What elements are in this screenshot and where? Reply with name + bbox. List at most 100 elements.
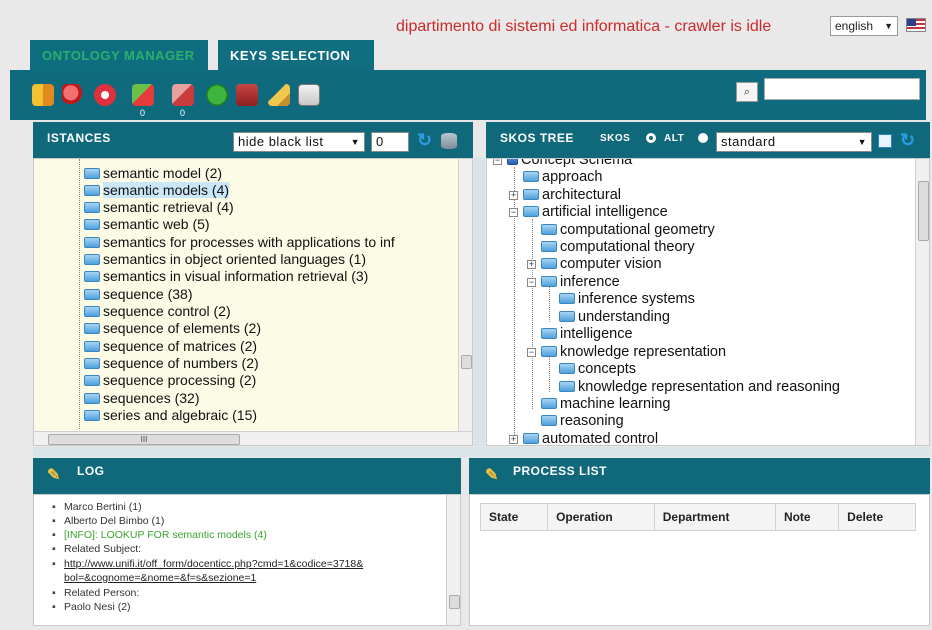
log-link[interactable]: http://www.unifi.it/off_form/docenticc.p… <box>52 558 363 570</box>
folder-icon <box>541 328 557 339</box>
column-header[interactable]: State <box>479 503 549 531</box>
log-link-continued[interactable]: bol=&cognome=&nome=&f=s&sezione=1 <box>64 572 256 584</box>
scrollbar-thumb[interactable] <box>461 355 472 369</box>
list-item-label: sequence control (2) <box>103 303 231 319</box>
tab-keys-selection[interactable]: KEYS SELECTION <box>218 40 374 70</box>
vertical-splitter[interactable] <box>474 158 485 446</box>
tree-node[interactable]: computer vision <box>541 256 662 273</box>
remove-people-icon[interactable]: 0 <box>172 84 194 118</box>
list-item[interactable]: semantics in visual information retrieva… <box>84 268 368 285</box>
tree-node[interactable]: concepts <box>559 361 636 378</box>
search-input[interactable] <box>764 78 920 100</box>
vertical-scrollbar[interactable] <box>458 159 472 431</box>
tree-node-label: Concept Schema <box>521 158 633 168</box>
expand-icon[interactable]: + <box>509 435 518 444</box>
tree-node[interactable]: reasoning <box>541 413 624 430</box>
scheme-select[interactable]: standard ▼ <box>716 132 872 152</box>
tree-node[interactable]: approach <box>523 169 602 186</box>
list-item-label: semantic model (2) <box>103 165 223 181</box>
folder-icon <box>523 189 539 200</box>
horizontal-scrollbar[interactable]: III <box>34 431 472 445</box>
skos-radio[interactable] <box>646 133 656 143</box>
refresh-icon[interactable]: ↻ <box>900 131 918 149</box>
column-header[interactable]: Delete <box>838 503 916 531</box>
list-item[interactable]: semantic model (2) <box>84 165 222 182</box>
list-item[interactable]: semantics in object oriented languages (… <box>84 251 366 268</box>
tree-node[interactable]: knowledge representation <box>541 344 726 361</box>
collapse-icon[interactable]: − <box>527 348 536 357</box>
database-icon[interactable] <box>441 133 457 149</box>
refresh-icon[interactable]: ↻ <box>417 131 435 149</box>
collapse-icon[interactable]: − <box>493 159 502 165</box>
broom-icon[interactable]: ✎ <box>485 467 503 485</box>
tree-node[interactable]: artificial intelligence <box>523 204 668 221</box>
list-item[interactable]: sequence of elements (2) <box>84 320 261 337</box>
vertical-scrollbar[interactable] <box>915 159 929 445</box>
tree-node[interactable]: Concept Schema <box>507 158 633 169</box>
expand-icon[interactable]: + <box>509 191 518 200</box>
process-title: PROCESS LIST <box>513 464 608 478</box>
tree-node[interactable]: computational theory <box>541 239 695 256</box>
list-item[interactable]: sequence of numbers (2) <box>84 355 259 372</box>
translate-icon[interactable] <box>298 84 320 106</box>
scrollbar-thumb[interactable] <box>918 181 929 241</box>
tree-node-label: artificial intelligence <box>542 204 668 220</box>
list-item[interactable]: sequence of matrices (2) <box>84 338 257 355</box>
alt-radio[interactable] <box>698 133 708 143</box>
tree-node[interactable]: knowledge representation and reasoning <box>559 379 840 396</box>
column-header[interactable]: Note <box>774 503 840 531</box>
count-input[interactable]: 0 <box>371 132 409 152</box>
list-item[interactable]: semantic web (5) <box>84 216 210 233</box>
tree-node[interactable]: computational geometry <box>541 222 715 239</box>
list-item[interactable]: sequence (38) <box>84 286 193 303</box>
expand-icon[interactable]: + <box>527 260 536 269</box>
list-item-label: sequence processing (2) <box>103 372 257 388</box>
recycle-icon[interactable] <box>206 84 228 106</box>
search-red-icon[interactable] <box>62 84 84 106</box>
scrollbar-thumb[interactable] <box>449 595 460 609</box>
list-item[interactable]: semantic retrieval (4) <box>84 199 234 216</box>
tree-node[interactable]: inference <box>541 274 620 291</box>
tree-node-label: inference <box>560 274 620 290</box>
blacklist-select[interactable]: hide black list ▼ <box>233 132 365 152</box>
process-table: State Operation Department Note Delete <box>479 503 916 531</box>
process-list: State Operation Department Note Delete <box>469 494 930 626</box>
list-item-label: sequences (32) <box>103 390 200 406</box>
sort-arrows-icon[interactable] <box>32 84 54 106</box>
list-item-label: semantic retrieval (4) <box>103 199 234 215</box>
horizontal-splitter[interactable] <box>33 447 930 457</box>
language-select[interactable]: english ▼ <box>830 16 898 36</box>
broom-icon[interactable]: ✎ <box>47 467 65 485</box>
list-item-selected[interactable]: semantic models (4) <box>84 182 230 199</box>
tree-node[interactable]: understanding <box>559 309 670 326</box>
list-item[interactable]: sequence control (2) <box>84 303 231 320</box>
list-item[interactable]: series and algebraic (15) <box>84 407 257 424</box>
toolbar: 0 0 ⌕ <box>10 70 926 120</box>
search-button[interactable]: ⌕ <box>736 82 758 102</box>
tab-ontology-manager[interactable]: ONTOLOGY MANAGER <box>30 40 208 70</box>
tree-node[interactable]: inference systems <box>559 291 695 308</box>
list-item[interactable]: sequences (32) <box>84 390 200 407</box>
folder-icon <box>84 393 100 404</box>
scrollbar-thumb[interactable]: III <box>48 434 240 445</box>
collapse-icon[interactable]: − <box>527 278 536 287</box>
tree-node[interactable]: machine learning <box>541 396 670 413</box>
tree-node[interactable]: intelligence <box>541 326 633 343</box>
list-item[interactable]: semantics for processes with application… <box>84 234 395 251</box>
column-header[interactable]: Department <box>653 503 776 531</box>
folder-icon <box>559 311 575 322</box>
us-flag-icon[interactable] <box>906 18 926 32</box>
folder-icon <box>84 237 100 248</box>
broom-edit-icon[interactable] <box>268 84 290 106</box>
export-icon[interactable] <box>878 134 892 148</box>
add-people-icon[interactable]: 0 <box>132 84 154 118</box>
list-item[interactable]: sequence processing (2) <box>84 372 256 389</box>
book-icon[interactable] <box>236 84 258 106</box>
collapse-icon[interactable]: − <box>509 208 518 217</box>
folder-icon <box>84 254 100 265</box>
lifebuoy-icon[interactable] <box>94 84 116 106</box>
column-header[interactable]: Operation <box>547 503 655 531</box>
tree-node[interactable]: architectural <box>523 187 621 204</box>
tree-node[interactable]: automated control <box>523 431 658 445</box>
vertical-scrollbar[interactable] <box>446 495 460 625</box>
